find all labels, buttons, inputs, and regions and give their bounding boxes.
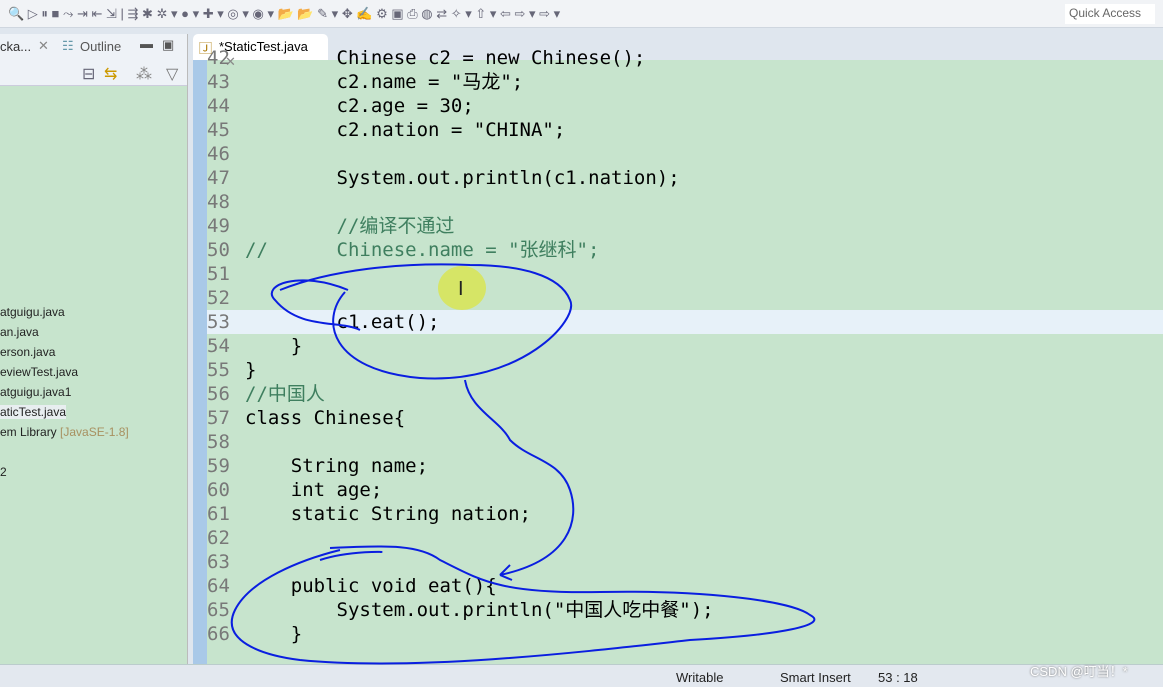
- annotation-circle-method: [230, 545, 816, 665]
- annotation-arrow: [464, 379, 575, 581]
- text-cursor-icon: I: [458, 278, 464, 300]
- annotation-circle-call: [270, 263, 573, 380]
- pen-annotations: [230, 263, 816, 665]
